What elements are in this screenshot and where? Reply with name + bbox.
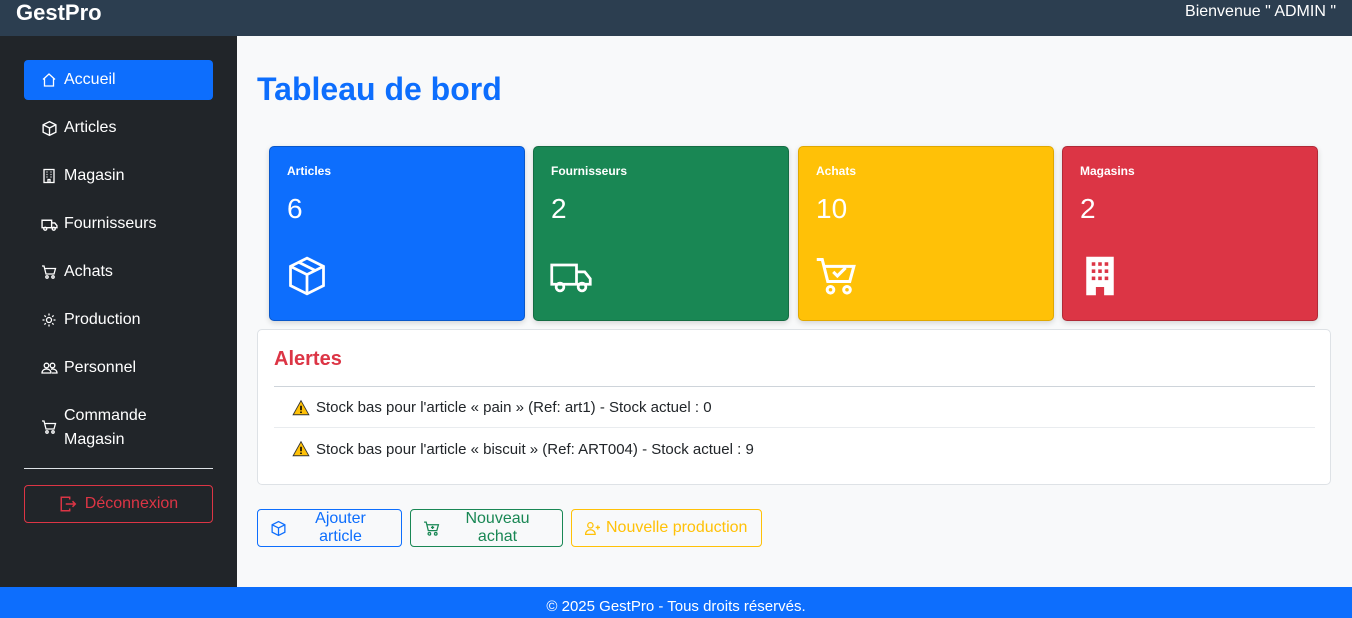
sidebar-item-label: Magasin: [64, 167, 125, 184]
card-value: 2: [551, 193, 567, 224]
people-icon: [40, 359, 58, 377]
stat-card-achats[interactable]: Achats 10: [798, 146, 1054, 321]
sidebar-item-label: Accueil: [64, 71, 116, 88]
sidebar-item-fournisseurs[interactable]: Fournisseurs: [24, 204, 213, 244]
button-label: Nouveau achat: [465, 510, 530, 545]
sidebar-item-commande-magasin[interactable]: Commande Magasin: [24, 404, 213, 456]
logout-button[interactable]: Déconnexion: [24, 485, 213, 523]
sidebar-item-label: Personnel: [64, 359, 137, 376]
welcome-text: Bienvenue " ADMIN ": [1185, 3, 1336, 20]
card-title: Magasins: [1080, 164, 1135, 178]
button-label: Ajouter article: [315, 510, 366, 545]
sidebar-item-label: Commande Magasin: [64, 407, 147, 448]
sidebar-item-label: Production: [64, 311, 141, 328]
truck-icon: [40, 215, 58, 233]
warning-icon: [292, 440, 310, 458]
card-value: 10: [816, 193, 848, 224]
footer: © 2025 GestPro - Tous droits réservés.: [0, 587, 1352, 618]
alert-text: Stock bas pour l'article « pain » (Ref: …: [316, 399, 712, 416]
cart-icon: [40, 418, 58, 436]
sidebar-item-achats[interactable]: Achats: [24, 252, 213, 292]
alert-item: Stock bas pour l'article « pain » (Ref: …: [274, 388, 1315, 428]
card-title: Achats: [816, 164, 857, 178]
alerts-panel: Alertes Stock bas pour l'article « pain …: [257, 329, 1331, 485]
alerts-title: Alertes: [274, 348, 342, 370]
card-title: Fournisseurs: [551, 164, 628, 178]
cart-check-icon: [814, 254, 858, 298]
box-icon: [270, 520, 287, 537]
alert-item: Stock bas pour l'article « biscuit » (Re…: [274, 429, 1315, 469]
top-navbar: GestPro Bienvenue " ADMIN ": [0, 0, 1352, 36]
footer-text: © 2025 GestPro - Tous droits réservés.: [546, 598, 806, 615]
sidebar-item-articles[interactable]: Articles: [24, 108, 213, 148]
sidebar-item-magasin[interactable]: Magasin: [24, 156, 213, 196]
logout-icon: [59, 495, 77, 513]
alerts-divider: [274, 386, 1315, 387]
sidebar-divider: [24, 468, 213, 469]
alert-text: Stock bas pour l'article « biscuit » (Re…: [316, 440, 754, 458]
stat-card-magasins[interactable]: Magasins 2: [1062, 146, 1318, 321]
box-icon: [40, 119, 58, 137]
stat-card-articles[interactable]: Articles 6: [269, 146, 525, 321]
page-title: Tableau de bord: [257, 71, 502, 107]
sidebar: Accueil Articles Magasin Fournisseurs Ac…: [0, 36, 237, 587]
card-value: 6: [287, 193, 303, 224]
button-label: Nouvelle production: [606, 519, 748, 536]
cart-icon: [40, 263, 58, 281]
building-icon: [1078, 254, 1122, 298]
person-plus-icon: [584, 520, 601, 537]
add-article-button[interactable]: Ajouter article: [257, 509, 402, 547]
brand-logo[interactable]: GestPro: [16, 0, 102, 26]
sidebar-item-production[interactable]: Production: [24, 300, 213, 340]
logout-label: Déconnexion: [84, 495, 179, 512]
main-content: Tableau de bord Articles 6 Fournisseurs …: [237, 36, 1352, 587]
sidebar-item-label: Articles: [64, 119, 117, 136]
card-value: 2: [1080, 193, 1096, 224]
sidebar-item-personnel[interactable]: Personnel: [24, 348, 213, 388]
box-icon: [285, 254, 329, 298]
truck-icon: [549, 254, 593, 298]
card-title: Articles: [287, 164, 332, 178]
new-purchase-button[interactable]: Nouveau achat: [410, 509, 563, 547]
sidebar-item-label: Achats: [64, 263, 113, 280]
sidebar-item-accueil[interactable]: Accueil: [24, 60, 213, 100]
warning-icon: [292, 399, 310, 417]
gear-icon: [40, 311, 58, 329]
new-production-button[interactable]: Nouvelle production: [571, 509, 762, 547]
sidebar-item-label: Fournisseurs: [64, 215, 157, 232]
building-icon: [40, 167, 58, 185]
stat-card-fournisseurs[interactable]: Fournisseurs 2: [533, 146, 789, 321]
home-icon: [40, 71, 58, 89]
cart-plus-icon: [423, 520, 440, 537]
